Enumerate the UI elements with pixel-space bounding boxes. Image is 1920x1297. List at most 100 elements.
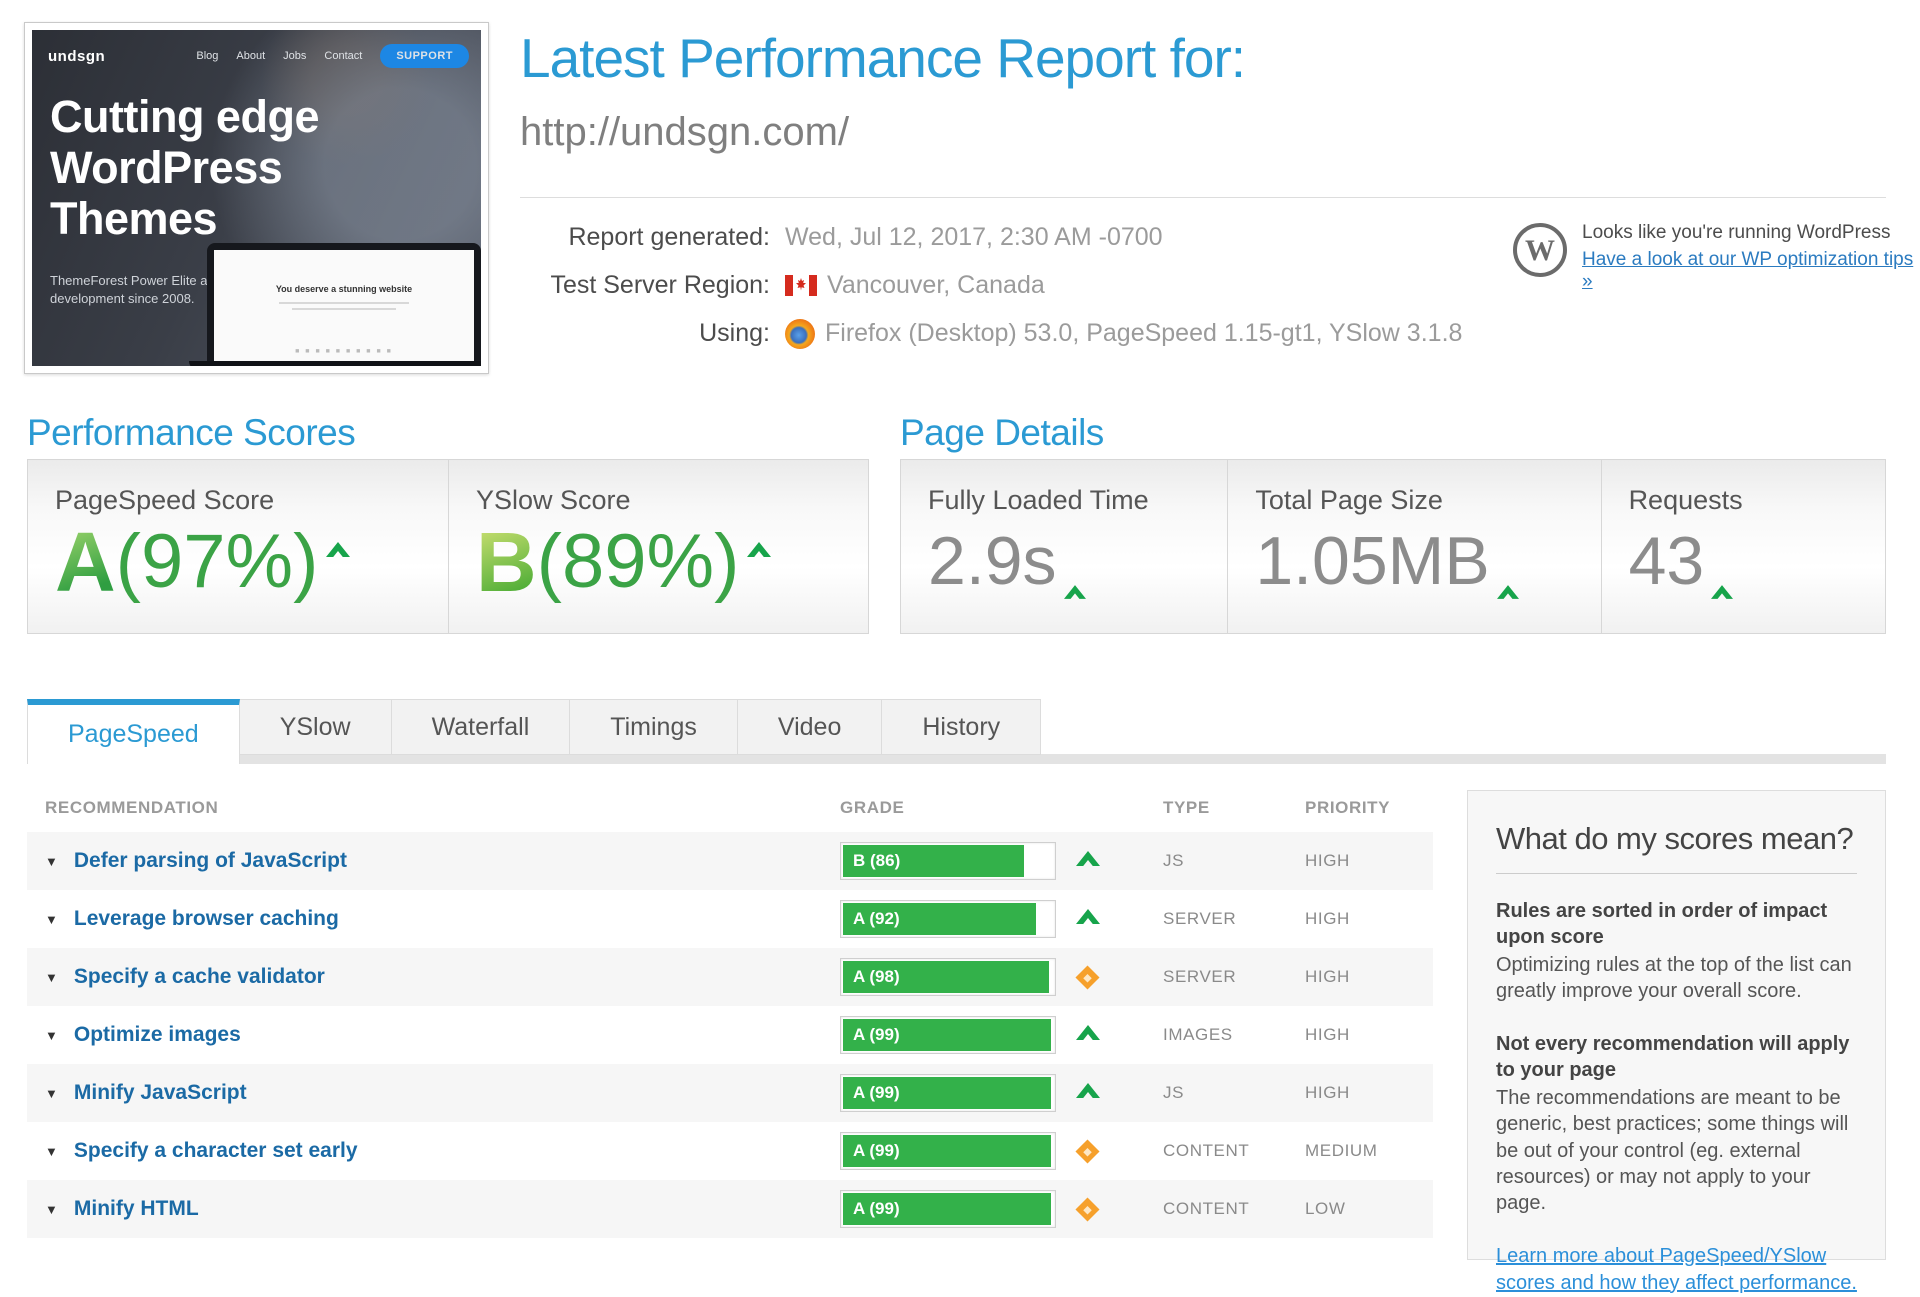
tab-yslow[interactable]: YSlow — [240, 699, 392, 755]
type-cell: JS — [1163, 851, 1305, 871]
expand-toggle-icon[interactable]: ▼ — [45, 971, 58, 984]
thumb-support-button: SUPPORT — [380, 44, 469, 68]
recommendation-link[interactable]: Leverage browser caching — [74, 907, 339, 931]
sidebar-title: What do my scores mean? — [1496, 821, 1857, 857]
grade-bar: A (98) — [840, 958, 1056, 996]
gtmetrix-report-page: undsgn Blog About Jobs Contact SUPPORT C… — [0, 0, 1920, 1200]
expand-toggle-icon[interactable]: ▼ — [45, 1087, 58, 1100]
report-generated-row: Report generated: Wed, Jul 12, 2017, 2:3… — [520, 222, 1462, 253]
performance-scores-panel: PageSpeed Score A (97%) YSlow Score B (8… — [27, 459, 869, 634]
expand-toggle-icon[interactable]: ▼ — [45, 1203, 58, 1216]
requests-label: Requests — [1629, 485, 1885, 516]
yslow-grade: B — [476, 520, 537, 606]
grade-bar: B (86) — [840, 842, 1056, 880]
total-page-size-value: 1.05MB — [1255, 524, 1489, 599]
sidebar-section-2-body: The recommendations are meant to be gene… — [1496, 1085, 1857, 1217]
expand-toggle-icon[interactable]: ▼ — [45, 855, 58, 868]
table-row: ▼ Specify a cache validator A (98) SERVE… — [27, 948, 1433, 1006]
pagespeed-score-card: PageSpeed Score A (97%) — [28, 460, 448, 633]
thumb-laptop-mockup: You deserve a stunning website ■ ■ ■ ■ ■… — [189, 243, 481, 366]
table-row: ▼ Minify HTML A (99) CONTENT LOW — [27, 1180, 1433, 1238]
requests-card: Requests 43 — [1601, 460, 1885, 633]
expand-toggle-icon[interactable]: ▼ — [45, 1029, 58, 1042]
priority-cell: LOW — [1305, 1199, 1433, 1219]
total-page-size-label: Total Page Size — [1255, 485, 1600, 516]
recommendation-link[interactable]: Specify a cache validator — [74, 965, 325, 989]
page-details-title: Page Details — [900, 412, 1104, 454]
wp-optimization-tips-link[interactable]: Have a look at our WP optimization tips … — [1582, 249, 1920, 293]
improving-arrow-icon — [1076, 1083, 1100, 1104]
thumb-nav-blog: Blog — [196, 50, 218, 62]
tab-history[interactable]: History — [882, 699, 1041, 755]
report-generated-value: Wed, Jul 12, 2017, 2:30 AM -0700 — [785, 223, 1163, 252]
site-thumbnail-image: undsgn Blog About Jobs Contact SUPPORT C… — [32, 30, 481, 366]
thumb-laptop-dots: ■ ■ ■ ■ ■ ■ ■ ■ ■ ■ — [214, 348, 474, 355]
performance-scores-title: Performance Scores — [27, 412, 355, 454]
expand-toggle-icon[interactable]: ▼ — [45, 1145, 58, 1158]
priority-cell: HIGH — [1305, 967, 1433, 987]
fully-loaded-time-label: Fully Loaded Time — [928, 485, 1227, 516]
thumb-nav-about: About — [236, 50, 265, 62]
using-value: Firefox (Desktop) 53.0, PageSpeed 1.15-g… — [825, 319, 1462, 348]
type-cell: CONTENT — [1163, 1141, 1305, 1161]
sidebar-section-2-heading: Not every recommendation will apply to y… — [1496, 1031, 1857, 1083]
wordpress-message: Looks like you're running WordPress — [1582, 222, 1920, 244]
test-server-region-row: Test Server Region: Vancouver, Canada — [520, 270, 1462, 301]
firefox-icon — [785, 319, 815, 349]
header-divider — [520, 197, 1886, 198]
report-info: Report generated: Wed, Jul 12, 2017, 2:3… — [520, 222, 1462, 366]
recommendation-link[interactable]: Optimize images — [74, 1023, 241, 1047]
learn-more-scores-link[interactable]: Learn more about PageSpeed/YSlow scores … — [1496, 1243, 1857, 1297]
tab-pagespeed[interactable]: PageSpeed — [27, 699, 240, 764]
tab-bar: PageSpeed YSlow Waterfall Timings Video … — [27, 699, 1041, 764]
pagespeed-percent: (97%) — [116, 520, 319, 604]
svg-text:W: W — [1525, 234, 1555, 267]
unchanged-diamond-icon — [1076, 1199, 1099, 1220]
yslow-score-label: YSlow Score — [476, 485, 868, 516]
total-page-size-card: Total Page Size 1.05MB — [1227, 460, 1600, 633]
loaded-time-trend-up-icon — [1064, 540, 1086, 615]
thumb-nav-contact: Contact — [324, 50, 362, 62]
canada-flag-icon — [785, 275, 817, 296]
recommendation-link[interactable]: Minify JavaScript — [74, 1081, 247, 1105]
grade-bar: A (99) — [840, 1190, 1056, 1228]
expand-toggle-icon[interactable]: ▼ — [45, 913, 58, 926]
sidebar-divider — [1496, 873, 1857, 874]
recommendation-link[interactable]: Defer parsing of JavaScript — [74, 849, 347, 873]
priority-cell: HIGH — [1305, 1025, 1433, 1045]
grade-bar: A (92) — [840, 900, 1056, 938]
using-row: Using: Firefox (Desktop) 53.0, PageSpeed… — [520, 318, 1462, 349]
thumb-site-logo: undsgn — [48, 48, 105, 65]
header-recommendation: RECOMMENDATION — [27, 798, 840, 818]
pagespeed-trend-up-icon — [326, 542, 350, 563]
page-title: Latest Performance Report for: — [520, 26, 1245, 90]
improving-arrow-icon — [1076, 851, 1100, 872]
yslow-score-card: YSlow Score B (89%) — [448, 460, 868, 633]
wordpress-logo-icon: W — [1512, 222, 1568, 283]
header-priority: PRIORITY — [1305, 798, 1433, 818]
improving-arrow-icon — [1076, 909, 1100, 930]
tab-timings[interactable]: Timings — [570, 699, 738, 755]
recommendation-link[interactable]: Specify a character set early — [74, 1139, 358, 1163]
site-thumbnail[interactable]: undsgn Blog About Jobs Contact SUPPORT C… — [24, 22, 489, 374]
report-url: http://undsgn.com/ — [520, 110, 849, 155]
header-grade: GRADE — [840, 798, 1163, 818]
table-row: ▼ Leverage browser caching A (92) SERVER… — [27, 890, 1433, 948]
scores-explainer-sidebar: What do my scores mean? Rules are sorted… — [1467, 790, 1886, 1260]
tab-waterfall[interactable]: Waterfall — [392, 699, 571, 755]
type-cell: CONTENT — [1163, 1199, 1305, 1219]
table-row: ▼ Minify JavaScript A (99) JS HIGH — [27, 1064, 1433, 1122]
table-row: ▼ Defer parsing of JavaScript B (86) JS … — [27, 832, 1433, 890]
thumb-heading: Cutting edge WordPress Themes — [50, 92, 380, 245]
improving-arrow-icon — [1076, 1025, 1100, 1046]
priority-cell: MEDIUM — [1305, 1141, 1433, 1161]
thumb-laptop-text: You deserve a stunning website — [214, 284, 474, 294]
requests-value: 43 — [1629, 524, 1705, 599]
tab-video[interactable]: Video — [738, 699, 883, 755]
fully-loaded-time-card: Fully Loaded Time 2.9s — [901, 460, 1227, 633]
priority-cell: HIGH — [1305, 851, 1433, 871]
unchanged-diamond-icon — [1076, 967, 1099, 988]
header-type: TYPE — [1163, 798, 1305, 818]
recommendation-link[interactable]: Minify HTML — [74, 1197, 199, 1221]
recommendations-table: RECOMMENDATION GRADE TYPE PRIORITY ▼ Def… — [27, 792, 1433, 1238]
